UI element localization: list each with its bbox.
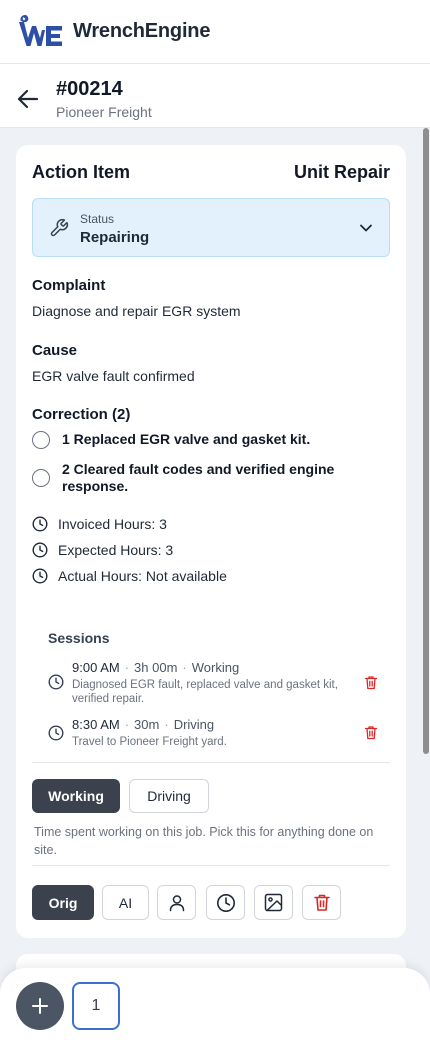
session-note: Travel to Pioneer Freight yard. xyxy=(72,736,227,748)
card-type: Unit Repair xyxy=(293,162,390,182)
wrench-icon xyxy=(50,218,69,237)
correction-item[interactable]: 2 Cleared fault codes and verified engin… xyxy=(32,461,372,497)
session-mode: Working xyxy=(191,660,240,675)
session-note: Diagnosed EGR fault, replaced valve and … xyxy=(72,679,338,705)
clock-icon xyxy=(32,516,48,532)
session-item[interactable]: 9:00 AM · 3h 00m · Working Diagnosed EGR fau… xyxy=(48,659,390,709)
cause-heading: Cause xyxy=(32,342,78,359)
delete-button[interactable] xyxy=(302,885,341,920)
session-time: 8:30 AM xyxy=(72,717,120,732)
mode-description: Time spent working on this job. Pick thi… xyxy=(34,825,374,857)
session-summary: 8:30 AM · 30m · Driving xyxy=(72,717,215,732)
person-icon xyxy=(169,894,184,911)
session-summary: 9:00 AM · 3h 00m · Working xyxy=(72,660,240,675)
clock-icon xyxy=(48,725,64,741)
job-number: #00214 xyxy=(56,78,123,100)
actual-hours-text: Actual Hours: Not available xyxy=(58,568,227,584)
invoiced-hours-text: Invoiced Hours: 3 xyxy=(58,516,167,532)
trash-icon[interactable] xyxy=(364,725,378,740)
session-item[interactable]: 8:30 AM · 30m · Driving Travel to Pioneer Fr… xyxy=(48,716,390,750)
job-header: #00214 Pioneer Freight xyxy=(0,64,430,128)
complaint-text: Diagnose and repair EGR system xyxy=(32,303,241,319)
back-arrow-icon[interactable] xyxy=(16,88,40,110)
scrollbar-thumb[interactable] xyxy=(423,128,429,754)
session-mode: Driving xyxy=(173,717,215,732)
status-value: Repairing xyxy=(80,229,150,246)
correction-checkbox[interactable] xyxy=(32,469,50,487)
item-count-button[interactable]: 1 xyxy=(72,982,120,1030)
invoiced-hours: Invoiced Hours: 3 xyxy=(32,515,167,533)
orig-button[interactable]: Orig xyxy=(32,885,94,920)
correction-heading: Correction (2) xyxy=(32,406,131,423)
session-duration: 30m xyxy=(134,717,160,732)
app-header: WrenchEngine xyxy=(0,0,430,64)
status-label: Status xyxy=(80,212,115,226)
correction-item[interactable]: 1 Replaced EGR valve and gasket kit. xyxy=(32,431,372,451)
expected-hours: Expected Hours: 3 xyxy=(32,541,173,559)
wrenchengine-logo xyxy=(19,14,62,46)
clock-icon xyxy=(32,568,48,584)
assign-person-button[interactable] xyxy=(157,885,196,920)
cause-text: EGR valve fault confirmed xyxy=(32,368,195,384)
complaint-heading: Complaint xyxy=(32,277,106,294)
expected-hours-text: Expected Hours: 3 xyxy=(58,542,174,558)
divider xyxy=(32,865,390,866)
chevron-down-icon xyxy=(360,224,372,232)
correction-text: 2 Cleared fault codes and verified engin… xyxy=(62,461,335,494)
status-dropdown[interactable]: Status Repairing xyxy=(32,198,390,257)
trash-icon[interactable] xyxy=(364,675,378,690)
add-button[interactable] xyxy=(16,982,64,1030)
card-title: Action Item xyxy=(32,162,131,182)
image-icon xyxy=(264,893,283,912)
ai-button[interactable]: AI xyxy=(102,885,149,920)
clock-icon xyxy=(32,542,48,558)
clock-icon xyxy=(216,893,235,912)
brand-name: WrenchEngine xyxy=(73,20,211,42)
job-customer: Pioneer Freight xyxy=(56,104,152,120)
actual-hours: Actual Hours: Not available xyxy=(32,567,227,585)
photo-button[interactable] xyxy=(254,885,293,920)
plus-icon xyxy=(32,998,48,1014)
bottom-bar: 1 xyxy=(0,968,430,1050)
trash-icon xyxy=(313,894,330,911)
clock-icon xyxy=(48,674,64,690)
session-time: 9:00 AM xyxy=(72,660,120,675)
action-item-card: Action Item Unit Repair Status Repairing… xyxy=(16,145,406,938)
divider xyxy=(32,762,390,763)
sessions-heading: Sessions xyxy=(48,630,110,646)
correction-checkbox[interactable] xyxy=(32,431,50,449)
working-mode-button[interactable]: Working xyxy=(32,779,120,813)
session-duration: 3h 00m xyxy=(134,660,178,675)
time-button[interactable] xyxy=(206,885,245,920)
driving-mode-button[interactable]: Driving xyxy=(129,779,209,813)
correction-text: 1 Replaced EGR valve and gasket kit. xyxy=(62,431,311,447)
